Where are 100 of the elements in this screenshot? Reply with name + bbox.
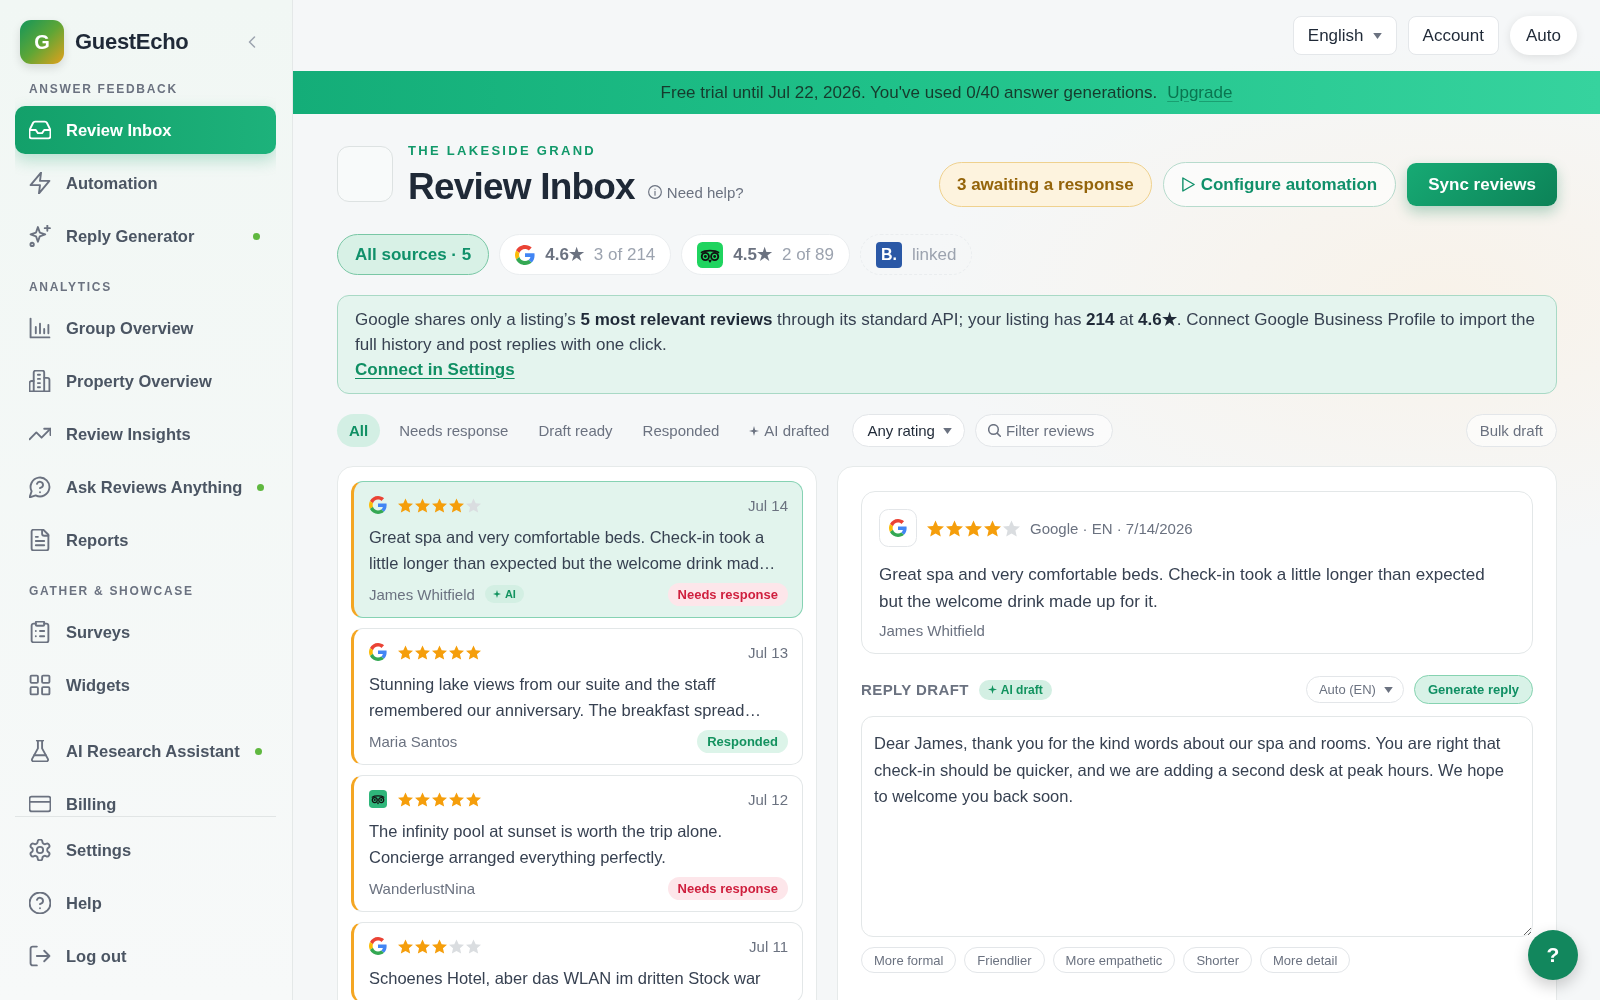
language-select[interactable]: Auto (EN) [1305, 676, 1404, 703]
review-text: Stunning lake views from our suite and the staff remembered our anniversary. The breakfast spread… [369, 674, 762, 721]
bulk-draft-button[interactable]: Bulk draft [1465, 414, 1557, 447]
page-title: Review Inbox [408, 165, 635, 209]
status-tag: Needs response [667, 876, 788, 900]
star-icon [432, 497, 447, 513]
nav-item[interactable]: Help [15, 879, 276, 927]
filter-tab[interactable]: Needs response [384, 414, 524, 447]
source-chip[interactable]: 4.6★ 3 of 214 [499, 234, 672, 275]
nav-item[interactable]: Reports [15, 516, 276, 564]
star-icon [415, 644, 430, 660]
flask-icon [29, 740, 51, 762]
app-logo: G [20, 20, 64, 64]
star-icon [415, 938, 430, 954]
app-name: GuestEcho [75, 29, 189, 55]
refine-button[interactable]: Friendlier [964, 947, 1045, 973]
star-icon [449, 644, 464, 660]
search-field[interactable]: Filter reviews [974, 414, 1113, 447]
language-select[interactable]: English [1292, 16, 1397, 55]
star-icon [946, 519, 963, 537]
nav-item[interactable]: Ask Reviews Anything [15, 463, 276, 511]
generate-reply-button[interactable]: Generate reply [1413, 675, 1533, 704]
star-icon [984, 519, 1001, 537]
review-card[interactable]: Jul 11 Schoenes Hotel, aber das WLAN im dritten Stock war [351, 922, 803, 1000]
refine-button[interactable]: More empathetic [1052, 947, 1176, 973]
star-icon [415, 497, 430, 513]
nav-item[interactable]: Widgets [15, 661, 276, 709]
source-chip[interactable]: 4.5★ 2 of 89 [681, 234, 850, 275]
inbox-icon [29, 119, 51, 141]
star-icon [398, 791, 413, 807]
star-icon [466, 938, 481, 954]
account-button[interactable]: Account [1407, 16, 1499, 55]
nav-item[interactable]: Reply Generator [15, 212, 276, 260]
review-card[interactable]: Jul 13 Stunning lake views from our suite and the staff remembered our anniversary. The breakfast spread… Maria Santos Responded [351, 628, 803, 765]
google-logo-icon [515, 244, 536, 265]
filter-tab[interactable]: Draft ready [523, 414, 628, 447]
logo-tile: B. [875, 241, 902, 268]
star-icon [466, 644, 481, 660]
review-card[interactable]: Jul 12 The infinity pool at sunset is worth the trip alone. Concierge arranged everything perfectly. WanderlustNina Needs response [351, 775, 803, 912]
question-bubble-icon [29, 476, 51, 498]
review-card[interactable]: Jul 14 Great spa and very comfortable beds. Check-in took a little longer than expected but the welcome drink mad… James Whitfield AI Needs response [351, 481, 803, 618]
caret-down-icon [1383, 686, 1393, 693]
sparkle-icon [987, 685, 997, 694]
filter-tab[interactable]: AI drafted [734, 414, 845, 447]
nav-item[interactable]: Surveys [15, 608, 276, 656]
nav-item[interactable]: AI Research Assistant [15, 727, 276, 775]
nav-item[interactable]: Group Overview [15, 304, 276, 352]
theme-button[interactable]: Auto [1510, 16, 1577, 55]
chevron-left-icon[interactable] [248, 36, 256, 48]
clipboard-icon [29, 621, 51, 643]
refine-button[interactable]: More formal [861, 947, 957, 973]
building-icon [29, 370, 51, 392]
caret-down-icon [1372, 32, 1382, 39]
logo-placeholder [337, 146, 393, 202]
google-logo-icon [369, 496, 387, 514]
star-icon [965, 519, 982, 537]
star-icon [432, 644, 447, 660]
reviewer-name: Maria Santos [369, 732, 458, 750]
search-icon [987, 424, 1001, 437]
property-name: THE LAKESIDE GRAND [408, 143, 598, 159]
status-tag: Needs response [667, 582, 788, 606]
reviewer-name: James Whitfield [879, 622, 985, 639]
reviewer-name: James Whitfield [369, 585, 475, 603]
nav-item[interactable]: Property Overview [15, 357, 276, 405]
rating-select[interactable]: Any rating [852, 414, 965, 447]
review-meta: Google · EN · 7/14/2026 [1030, 519, 1193, 537]
refine-button[interactable]: Shorter [1183, 947, 1252, 973]
review-date: Jul 11 [749, 937, 788, 955]
credit-card-icon [29, 793, 51, 815]
nav-item[interactable]: Review Insights [15, 410, 276, 458]
review-text: Schoenes Hotel, aber das WLAN im dritten Stock war [369, 968, 762, 989]
star-icon [432, 938, 447, 954]
section-heading: ANALYTICS [28, 279, 113, 296]
star-icon [398, 938, 413, 954]
review-text: Great spa and very comfortable beds. Check-in took a little longer than expected but the welcome drink made up for it. [879, 564, 1486, 613]
refine-button[interactable]: More detail [1260, 947, 1351, 973]
review-date: Jul 14 [747, 496, 788, 514]
nav-item[interactable]: Automation [15, 159, 276, 207]
section-heading: REPLY DRAFT [861, 681, 969, 698]
filter-tab[interactable]: Responded [627, 414, 735, 447]
configure-automation-button[interactable]: Configure automation [1162, 162, 1397, 207]
reply-field[interactable]: Dear James, thank you for the kind words about our spa and rooms. You are right that check-in should be quicker, and we are adding a second desk at peak hours. We hope to welcome you back soon. [861, 716, 1533, 937]
section-heading: ANSWER FEEDBACK [28, 81, 179, 98]
reviewer-name: WanderlustNina [369, 879, 476, 897]
document-icon [29, 529, 51, 551]
help-icon [29, 892, 51, 914]
settings-link[interactable]: Connect in Settings [355, 360, 515, 380]
google-logo-icon [369, 937, 387, 955]
sync-button[interactable]: Sync reviews [1407, 163, 1557, 206]
help-link[interactable]: Need help? [647, 183, 744, 201]
nav-item[interactable]: Settings [15, 826, 276, 874]
nav-item[interactable]: Log out [15, 932, 276, 980]
lightning-icon [29, 172, 51, 194]
bar-chart-icon [29, 317, 51, 339]
nav-item[interactable]: Billing [15, 780, 276, 816]
star-icon [398, 497, 413, 513]
star-icon [432, 791, 447, 807]
play-icon [1181, 177, 1195, 192]
sparkles-icon [29, 225, 51, 247]
settings-icon [29, 839, 51, 861]
